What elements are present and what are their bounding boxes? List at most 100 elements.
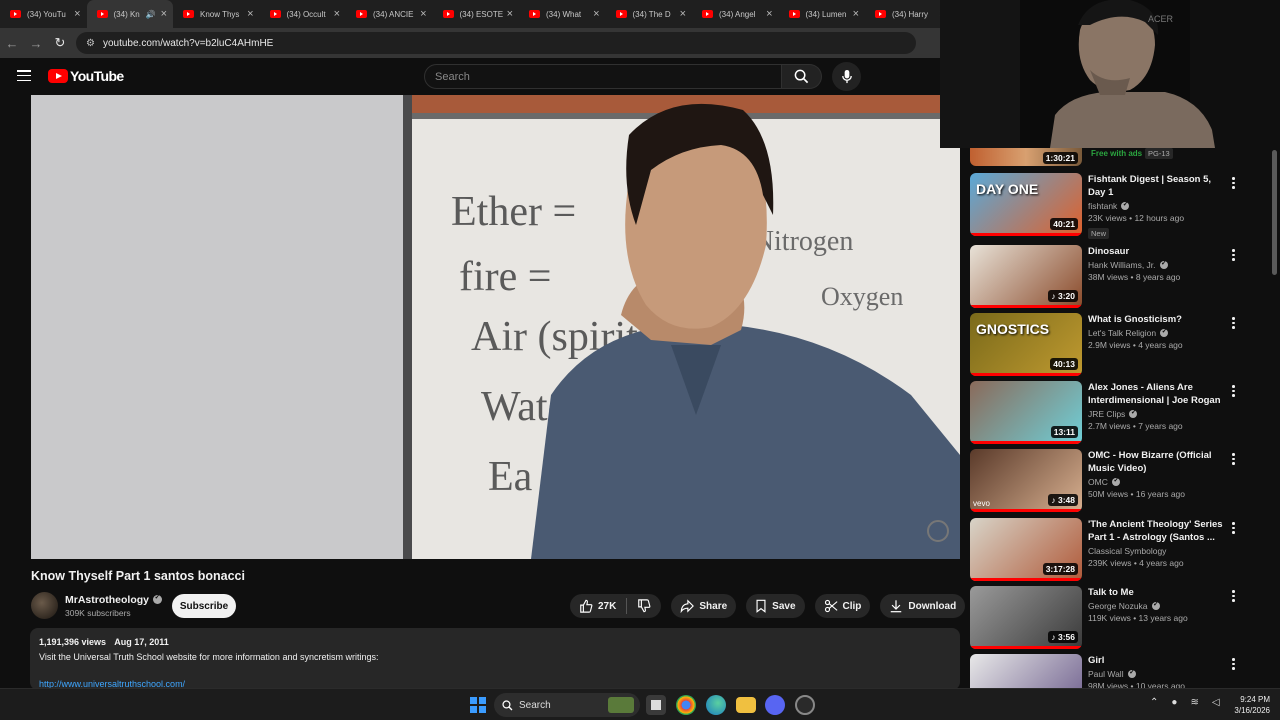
browser-tab[interactable]: (34) Angel × bbox=[692, 0, 779, 28]
more-vertical-icon[interactable] bbox=[1232, 522, 1236, 536]
close-tab-icon[interactable]: × bbox=[247, 8, 253, 20]
save-button[interactable]: Save bbox=[746, 594, 805, 618]
share-button[interactable]: Share bbox=[671, 594, 737, 618]
recommendation-title[interactable]: What is Gnosticism? bbox=[1088, 313, 1228, 326]
address-bar[interactable]: ⚙ youtube.com/watch?v=b2luC4AHmHE bbox=[76, 32, 916, 54]
browser-tab[interactable]: (34) Occult × bbox=[260, 0, 347, 28]
recommendation-title[interactable]: Fishtank Digest | Season 5, Day 1 bbox=[1088, 173, 1228, 199]
recommendation-thumbnail[interactable]: 13:11 bbox=[970, 381, 1082, 444]
recommendation-item[interactable]: DAY ONE 40:21 Fishtank Digest | Season 5, … bbox=[970, 173, 1260, 241]
more-vertical-icon[interactable] bbox=[1232, 249, 1236, 263]
close-tab-icon[interactable]: × bbox=[334, 8, 340, 20]
browser-tab[interactable]: (34) What × bbox=[519, 0, 606, 28]
speaker-icon[interactable]: 🔊 bbox=[146, 10, 156, 19]
file-manager-app-icon[interactable] bbox=[646, 695, 666, 715]
recommendation-thumbnail[interactable]: DAY ONE 40:21 bbox=[970, 173, 1082, 236]
volume-icon[interactable]: ◁ bbox=[1212, 697, 1220, 708]
search-placeholder: Search bbox=[435, 70, 470, 83]
video-player[interactable]: Ether = fire = Air (spirit) = Wate Ea = … bbox=[31, 95, 960, 559]
recommendation-item[interactable]: 3:17:28 'The Ancient Theology' Series Par… bbox=[970, 518, 1260, 581]
recommendation-channel[interactable]: Classical Symbology bbox=[1088, 546, 1166, 556]
close-tab-icon[interactable]: × bbox=[766, 8, 772, 20]
recommendation-channel[interactable]: Hank Williams, Jr. bbox=[1088, 260, 1156, 270]
recommendation-title[interactable]: Alex Jones - Aliens Are Interdimensional… bbox=[1088, 381, 1228, 407]
recommendation-item[interactable]: Girl Paul Wall 98M views • 10 years ago bbox=[970, 654, 1260, 688]
dislike-button[interactable] bbox=[627, 599, 661, 613]
browser-tab[interactable]: (34) Lumen × bbox=[779, 0, 866, 28]
browser-tab[interactable]: (34) ANCIE × bbox=[346, 0, 433, 28]
recommendation-channel[interactable]: George Nozuka bbox=[1088, 601, 1148, 611]
recommendation-item[interactable]: vevo ♪ 3:48 OMC - How Bizarre (Official Mu… bbox=[970, 449, 1260, 512]
voice-search-button[interactable] bbox=[832, 62, 861, 91]
recommendation-channel[interactable]: JRE Clips bbox=[1088, 409, 1125, 419]
back-button[interactable]: ← bbox=[0, 36, 24, 51]
reload-button[interactable]: ↻ bbox=[48, 35, 72, 51]
youtube-logo[interactable]: YouTube bbox=[48, 68, 124, 84]
recommendation-thumbnail[interactable]: GNOSTICS 40:13 bbox=[970, 313, 1082, 376]
recommendation-thumbnail[interactable]: ♪ 3:20 bbox=[970, 245, 1082, 308]
recommendation-thumbnail[interactable]: vevo ♪ 3:48 bbox=[970, 449, 1082, 512]
recommendation-thumbnail[interactable]: ♪ 3:56 bbox=[970, 586, 1082, 649]
recommendation-item[interactable]: ♪ 3:20 Dinosaur Hank Williams, Jr. 38M view… bbox=[970, 245, 1260, 308]
channel-name-row[interactable]: MrAstrotheology bbox=[65, 593, 162, 606]
more-vertical-icon[interactable] bbox=[1232, 385, 1236, 399]
subscribe-button[interactable]: Subscribe bbox=[172, 594, 236, 618]
browser-tab[interactable]: (34) ESOTE × bbox=[433, 0, 520, 28]
recommendation-item[interactable]: GNOSTICS 40:13 What is Gnosticism? Let's Ta… bbox=[970, 313, 1260, 376]
forward-button[interactable]: → bbox=[24, 36, 48, 51]
windows-start-icon[interactable] bbox=[470, 697, 486, 713]
scrollbar-thumb[interactable] bbox=[1272, 150, 1277, 275]
download-button[interactable]: Download bbox=[880, 594, 966, 618]
sidebar-scrollbar[interactable] bbox=[1270, 148, 1278, 688]
browser-tab[interactable]: (34) The D × bbox=[606, 0, 693, 28]
close-tab-icon[interactable]: × bbox=[853, 8, 859, 20]
browser-tab[interactable]: (34) Kn 🔊 × bbox=[86, 0, 173, 28]
close-tab-icon[interactable]: × bbox=[74, 8, 80, 20]
site-info-icon[interactable]: ⚙ bbox=[86, 38, 95, 49]
taskbar-clock[interactable]: 9:24 PM 3/16/2026 bbox=[1222, 694, 1270, 716]
channel-name[interactable]: MrAstrotheology bbox=[65, 594, 149, 606]
recommendation-title[interactable]: Talk to Me bbox=[1088, 586, 1228, 599]
browser-tab[interactable]: Know Thys × bbox=[173, 0, 260, 28]
edge-app-icon[interactable] bbox=[706, 695, 726, 715]
close-tab-icon[interactable]: × bbox=[680, 8, 686, 20]
taskbar-search[interactable]: Search bbox=[494, 693, 640, 717]
obs-app-icon[interactable] bbox=[795, 695, 815, 715]
folder-app-icon[interactable] bbox=[736, 697, 756, 713]
channel-avatar[interactable] bbox=[31, 592, 58, 619]
hamburger-menu-icon[interactable] bbox=[17, 70, 31, 82]
microphone-tray-icon[interactable]: ● bbox=[1171, 697, 1177, 708]
recommendation-thumbnail[interactable] bbox=[970, 654, 1082, 688]
clip-button[interactable]: Clip bbox=[814, 594, 871, 618]
more-vertical-icon[interactable] bbox=[1232, 590, 1236, 604]
close-tab-icon[interactable]: × bbox=[161, 8, 167, 20]
close-tab-icon[interactable]: × bbox=[420, 8, 426, 20]
recommendation-title[interactable]: OMC - How Bizarre (Official Music Video) bbox=[1088, 449, 1228, 475]
browser-tab[interactable]: (34) Harry× bbox=[865, 0, 940, 28]
search-button[interactable] bbox=[782, 64, 822, 89]
browser-tab[interactable]: (34) YouTu × bbox=[0, 0, 87, 28]
recommendation-channel[interactable]: Paul Wall bbox=[1088, 669, 1124, 679]
wifi-icon[interactable]: ≋ bbox=[1190, 697, 1198, 708]
recommendation-channel[interactable]: fishtank bbox=[1088, 201, 1117, 211]
search-input[interactable]: Search bbox=[424, 64, 782, 89]
more-vertical-icon[interactable] bbox=[1232, 453, 1236, 467]
description-box[interactable]: 1,191,396 views Aug 17, 2011 Visit the U… bbox=[30, 628, 960, 690]
discord-app-icon[interactable] bbox=[765, 695, 785, 715]
more-vertical-icon[interactable] bbox=[1232, 177, 1236, 191]
recommendation-title[interactable]: 'The Ancient Theology' Series Part 1 - A… bbox=[1088, 518, 1228, 544]
chevron-up-icon[interactable]: ⌃ bbox=[1150, 697, 1158, 708]
recommendation-channel[interactable]: Let's Talk Religion bbox=[1088, 328, 1156, 338]
recommendation-title[interactable]: Girl bbox=[1088, 654, 1228, 667]
recommendation-item[interactable]: ♪ 3:56 Talk to Me George Nozuka 119K views … bbox=[970, 586, 1260, 649]
more-vertical-icon[interactable] bbox=[1232, 658, 1236, 672]
like-button[interactable]: 27K bbox=[579, 598, 628, 614]
more-vertical-icon[interactable] bbox=[1232, 317, 1236, 331]
recommendation-channel[interactable]: OMC bbox=[1088, 477, 1108, 487]
chrome-app-icon[interactable] bbox=[676, 695, 696, 715]
recommendation-thumbnail[interactable]: 3:17:28 bbox=[970, 518, 1082, 581]
close-tab-icon[interactable]: × bbox=[593, 8, 599, 20]
close-tab-icon[interactable]: × bbox=[507, 8, 513, 20]
recommendation-title[interactable]: Dinosaur bbox=[1088, 245, 1228, 258]
recommendation-item[interactable]: 13:11 Alex Jones - Aliens Are Interdimens… bbox=[970, 381, 1260, 444]
